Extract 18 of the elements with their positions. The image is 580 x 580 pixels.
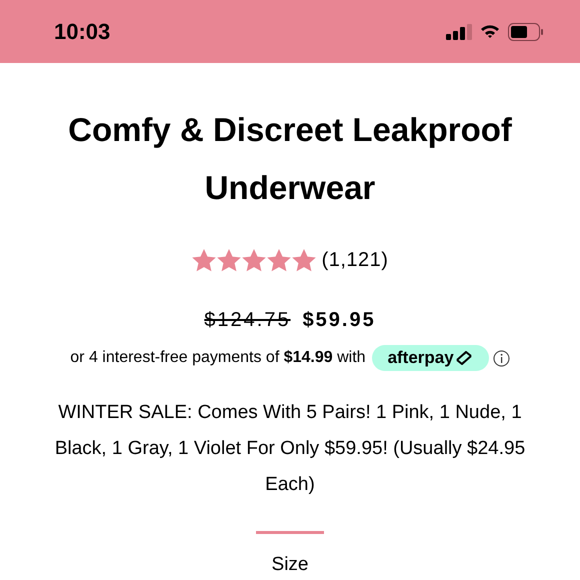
signal-icon [446,24,472,40]
star-icon [292,248,316,272]
star-icon [216,248,241,272]
original-price: $124.75 [204,308,291,333]
size-label: Size [272,554,308,576]
product-title: Comfy & Discreet Leakproof Underwear [67,110,513,208]
wifi-icon [480,24,500,39]
star-icon [242,248,266,272]
info-icon[interactable] [492,350,510,366]
star-icon [266,248,291,272]
sale-price: $59.95 [302,308,376,333]
status-time: 10:03 [54,18,110,46]
star-icon [192,248,216,272]
installment-text: or 4 interest-free payments of $14.99 with [70,348,366,368]
battery-icon [508,22,544,40]
review-count: (1,121) [322,248,388,273]
sale-description: WINTER SALE: Comes With 5 Pairs! 1 Pink, 1 Nude, 1 Black, 1 Gray, 1 Violet For Only $59.95! (Usually $24.95 Each) [54,401,526,497]
afterpay-badge[interactable]: afterpay [372,345,489,371]
